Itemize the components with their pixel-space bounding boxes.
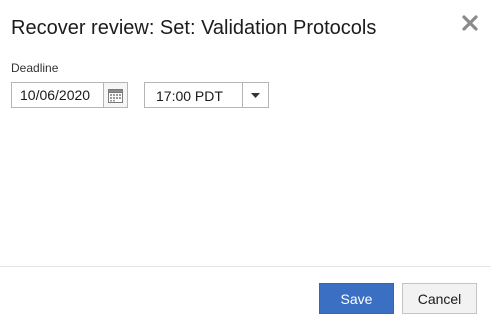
caret-down-icon [251, 92, 260, 98]
recover-review-dialog: Recover review: Set: Validation Protocol… [0, 0, 491, 328]
footer-divider [0, 266, 491, 267]
dialog-title: Recover review: Set: Validation Protocol… [11, 17, 377, 39]
close-x-icon [462, 15, 478, 31]
save-button[interactable]: Save [319, 283, 394, 314]
time-select-value: 17:00 PDT [156, 88, 223, 104]
calendar-icon [108, 88, 123, 103]
deadline-time-select[interactable]: 17:00 PDT [144, 82, 269, 108]
time-dropdown-toggle[interactable] [242, 83, 268, 107]
deadline-label: Deadline [11, 61, 59, 75]
calendar-button[interactable] [103, 82, 128, 108]
close-button[interactable] [460, 13, 480, 33]
cancel-button[interactable]: Cancel [402, 283, 477, 314]
deadline-date-input[interactable] [11, 82, 104, 108]
